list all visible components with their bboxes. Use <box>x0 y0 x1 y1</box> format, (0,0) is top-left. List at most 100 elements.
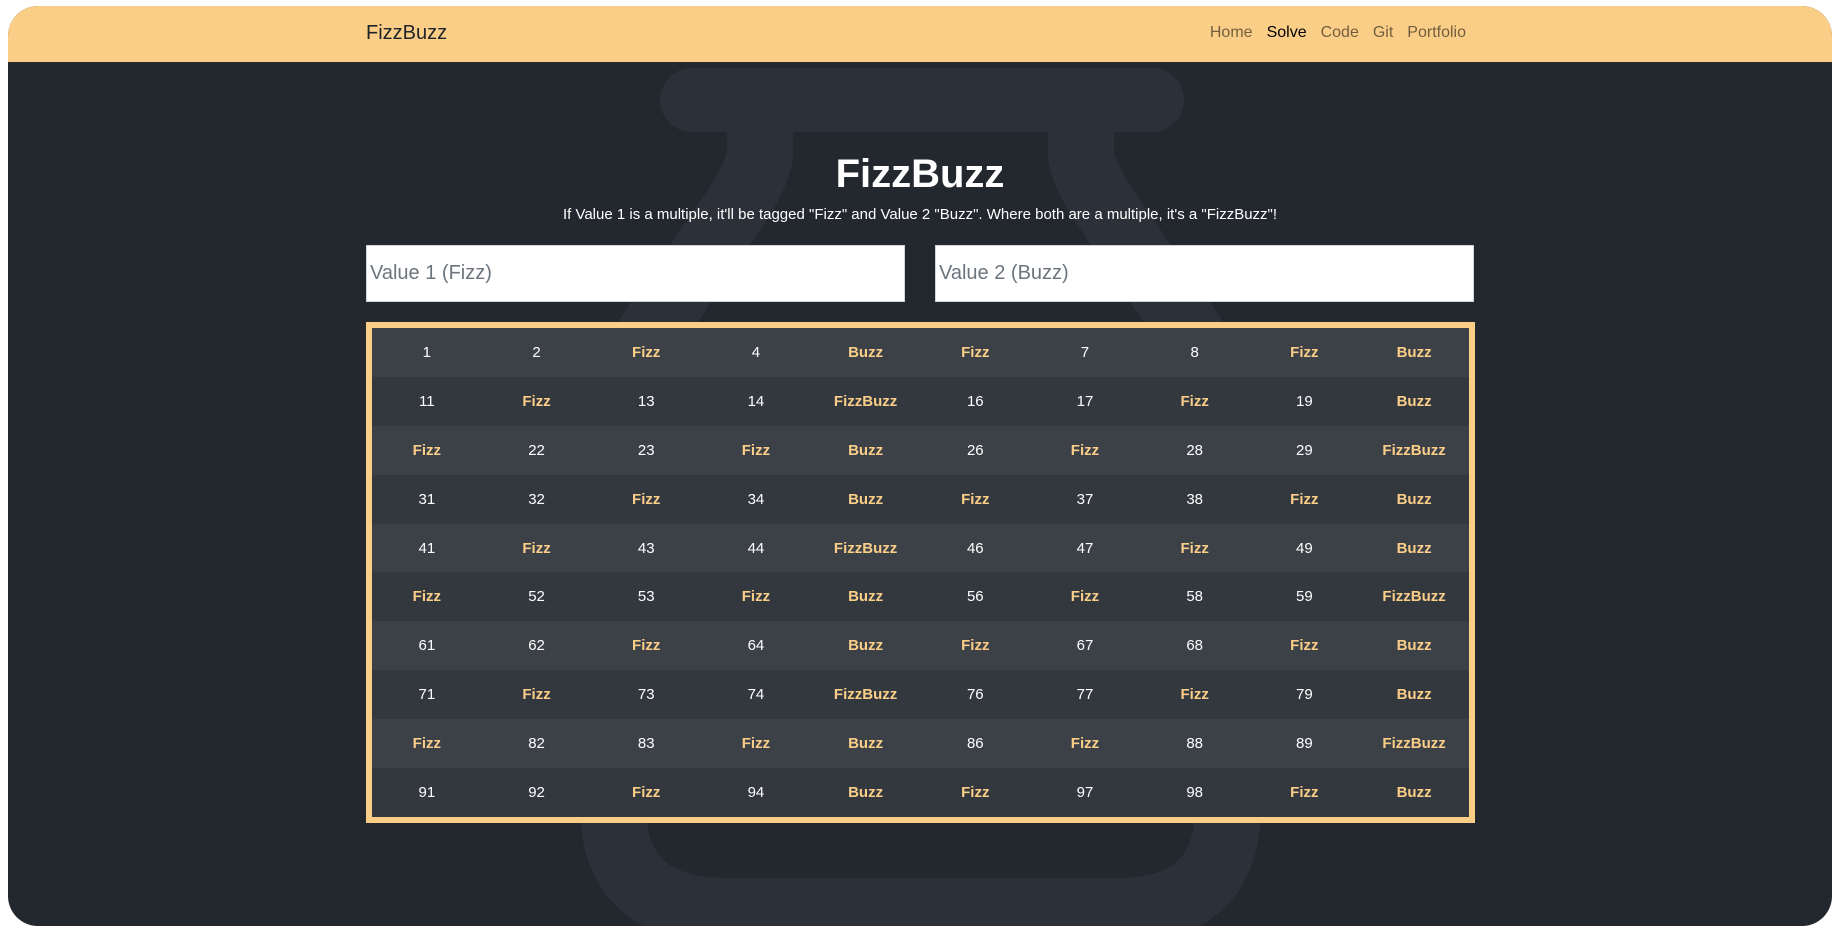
table-cell: Fizz <box>372 719 482 769</box>
results-table-body: 1 2 Fizz 4 Buzz Fizz 7 8 Fizz Buzz 11 Fizz 13 14 FizzB… <box>372 328 1469 817</box>
table-cell: 32 <box>481 474 592 524</box>
table-cell: Fizz <box>1249 621 1360 671</box>
table-cell: 11 <box>372 376 482 426</box>
table-cell: Buzz <box>810 474 921 524</box>
table-cell: Fizz <box>1249 474 1360 524</box>
table-cell: Fizz <box>1249 328 1360 377</box>
nav-menu: Home Solve Code Git Portfolio <box>1210 24 1466 42</box>
table-cell: Fizz <box>591 621 702 671</box>
table-cell: FizzBuzz <box>1359 572 1469 622</box>
table-cell: Fizz <box>591 328 702 377</box>
table-cell: 64 <box>701 621 811 671</box>
table-cell: 4 <box>701 328 811 377</box>
table-cell: 31 <box>372 474 482 524</box>
table-cell: Fizz <box>920 328 1031 377</box>
table-cell: 56 <box>920 572 1031 622</box>
results-table-container: 1 2 Fizz 4 Buzz Fizz 7 8 Fizz Buzz 11 Fizz 13 14 FizzB… <box>366 322 1475 823</box>
table-cell: Fizz <box>1139 376 1250 426</box>
table-cell: Fizz <box>701 719 811 769</box>
table-cell: 79 <box>1249 670 1360 720</box>
table-cell: 1 <box>372 328 482 377</box>
table-cell: Fizz <box>1030 719 1140 769</box>
table-cell: FizzBuzz <box>810 376 921 426</box>
table-cell: Fizz <box>701 572 811 622</box>
table-cell: 37 <box>1030 474 1140 524</box>
table-cell: 41 <box>372 523 482 573</box>
table-cell: 22 <box>481 425 592 475</box>
table-cell: 17 <box>1030 376 1140 426</box>
table-cell: Buzz <box>810 572 921 622</box>
table-cell: FizzBuzz <box>1359 719 1469 769</box>
table-cell: 62 <box>481 621 592 671</box>
nav-item-portfolio: Portfolio <box>1407 24 1466 42</box>
table-cell: Fizz <box>701 425 811 475</box>
table-cell: Buzz <box>1359 621 1469 671</box>
table-cell: 59 <box>1249 572 1360 622</box>
nav-link-solve[interactable]: Solve <box>1267 24 1307 41</box>
table-row: 1 2 Fizz 4 Buzz Fizz 7 8 Fizz Buzz <box>372 328 1469 377</box>
table-cell: 92 <box>481 768 592 817</box>
table-cell: Fizz <box>920 474 1031 524</box>
table-cell: Buzz <box>810 719 921 769</box>
table-cell: 19 <box>1249 376 1360 426</box>
table-cell: Fizz <box>481 376 592 426</box>
table-cell: 7 <box>1030 328 1140 377</box>
table-cell: 76 <box>920 670 1031 720</box>
app-frame: FizzBuzz Home Solve Code Git Portfolio F… <box>8 6 1832 926</box>
table-row: 11 Fizz 13 14 FizzBuzz 16 17 Fizz 19 Buzz <box>372 376 1469 426</box>
table-cell: 43 <box>591 523 702 573</box>
table-cell: Buzz <box>1359 474 1469 524</box>
table-cell: Buzz <box>810 425 921 475</box>
table-cell: 34 <box>701 474 811 524</box>
table-cell: Fizz <box>591 768 702 817</box>
table-cell: Fizz <box>1249 768 1360 817</box>
table-cell: 46 <box>920 523 1031 573</box>
table-row: Fizz 52 53 Fizz Buzz 56 Fizz 58 59 FizzBuzz <box>372 572 1469 622</box>
table-cell: 98 <box>1139 768 1250 817</box>
table-cell: Buzz <box>1359 376 1469 426</box>
table-cell: Buzz <box>810 328 921 377</box>
table-cell: Buzz <box>810 621 921 671</box>
nav-item-git: Git <box>1373 24 1393 42</box>
table-row: 31 32 Fizz 34 Buzz Fizz 37 38 Fizz Buzz <box>372 474 1469 524</box>
table-cell: Fizz <box>372 425 482 475</box>
table-cell: 94 <box>701 768 811 817</box>
table-cell: 82 <box>481 719 592 769</box>
table-cell: 89 <box>1249 719 1360 769</box>
results-table: 1 2 Fizz 4 Buzz Fizz 7 8 Fizz Buzz 11 Fizz 13 14 FizzB… <box>372 328 1469 817</box>
table-cell: 73 <box>591 670 702 720</box>
table-cell: Fizz <box>591 474 702 524</box>
nav-link-home[interactable]: Home <box>1210 24 1253 41</box>
table-cell: FizzBuzz <box>810 523 921 573</box>
nav-item-code: Code <box>1321 24 1359 42</box>
table-cell: 68 <box>1139 621 1250 671</box>
table-cell: 13 <box>591 376 702 426</box>
table-cell: 47 <box>1030 523 1140 573</box>
table-cell: 38 <box>1139 474 1250 524</box>
table-cell: 2 <box>481 328 592 377</box>
table-cell: 86 <box>920 719 1031 769</box>
table-cell: FizzBuzz <box>1359 425 1469 475</box>
nav-link-portfolio[interactable]: Portfolio <box>1407 24 1466 41</box>
table-cell: 58 <box>1139 572 1250 622</box>
table-cell: Buzz <box>1359 768 1469 817</box>
nav-link-git[interactable]: Git <box>1373 24 1393 41</box>
table-cell: 14 <box>701 376 811 426</box>
table-cell: 23 <box>591 425 702 475</box>
table-cell: 53 <box>591 572 702 622</box>
value2-buzz-input[interactable] <box>935 245 1474 302</box>
nav-link-code[interactable]: Code <box>1321 24 1359 41</box>
nav-item-home: Home <box>1210 24 1253 42</box>
table-cell: 26 <box>920 425 1031 475</box>
table-cell: Fizz <box>1030 572 1140 622</box>
value1-fizz-input[interactable] <box>366 245 905 302</box>
table-cell: Buzz <box>1359 328 1469 377</box>
table-cell: Fizz <box>920 768 1031 817</box>
navbar: FizzBuzz Home Solve Code Git Portfolio <box>8 6 1832 62</box>
table-cell: 97 <box>1030 768 1140 817</box>
nav-item-solve: Solve <box>1267 24 1307 42</box>
table-cell: 61 <box>372 621 482 671</box>
page-subtitle: If Value 1 is a multiple, it'll be tagge… <box>562 206 1278 223</box>
brand-link[interactable]: FizzBuzz <box>366 22 447 45</box>
table-cell: 83 <box>591 719 702 769</box>
